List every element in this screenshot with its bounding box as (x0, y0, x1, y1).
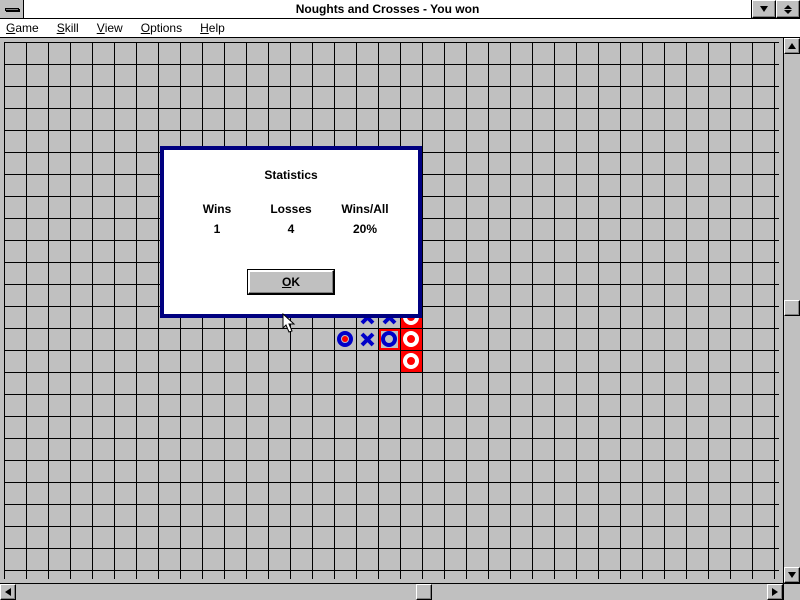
stat-wins-value: 1 (191, 222, 243, 236)
ok-button-label: OK (282, 275, 300, 289)
client-area: Statistics Wins 1 Losses 4 Wins/All 20% … (0, 38, 800, 600)
menu-bar: Game Skill View Options Help (0, 19, 800, 38)
stat-ratio-value: 20% (339, 222, 391, 236)
minimize-icon (760, 6, 768, 12)
system-menu-icon (5, 8, 19, 11)
arrow-left-icon (5, 588, 11, 596)
dialog-title: Statistics (180, 168, 402, 182)
scroll-down-button[interactable] (784, 567, 800, 583)
menu-game[interactable]: Game (6, 21, 39, 35)
stat-ratio-label: Wins/All (339, 202, 391, 216)
title-bar: Noughts and Crosses - You won (0, 0, 800, 19)
menu-options[interactable]: Options (141, 21, 182, 35)
maximize-button[interactable] (776, 0, 800, 18)
statistics-dialog: Statistics Wins 1 Losses 4 Wins/All 20% … (160, 146, 422, 318)
system-menu-button[interactable] (0, 0, 24, 18)
horizontal-scroll-thumb[interactable] (416, 584, 432, 600)
scroll-up-button[interactable] (784, 38, 800, 54)
stat-wins-label: Wins (191, 202, 243, 216)
arrow-up-icon (788, 43, 796, 49)
arrow-down-icon (788, 572, 796, 578)
minimize-button[interactable] (752, 0, 776, 18)
menu-skill[interactable]: Skill (57, 21, 79, 35)
window-title: Noughts and Crosses - You won (24, 0, 752, 18)
stat-losses-label: Losses (265, 202, 317, 216)
vertical-scrollbar[interactable] (783, 38, 800, 583)
stat-losses-value: 4 (265, 222, 317, 236)
scroll-left-button[interactable] (0, 584, 16, 600)
arrow-right-icon (772, 588, 778, 596)
ok-button[interactable]: OK (248, 270, 334, 294)
scrollbar-corner (783, 583, 800, 600)
menu-help[interactable]: Help (200, 21, 225, 35)
vertical-scroll-thumb[interactable] (784, 300, 800, 316)
maximize-icon (784, 5, 792, 14)
menu-view[interactable]: View (97, 21, 123, 35)
horizontal-scrollbar[interactable] (0, 583, 783, 600)
scroll-right-button[interactable] (767, 584, 783, 600)
